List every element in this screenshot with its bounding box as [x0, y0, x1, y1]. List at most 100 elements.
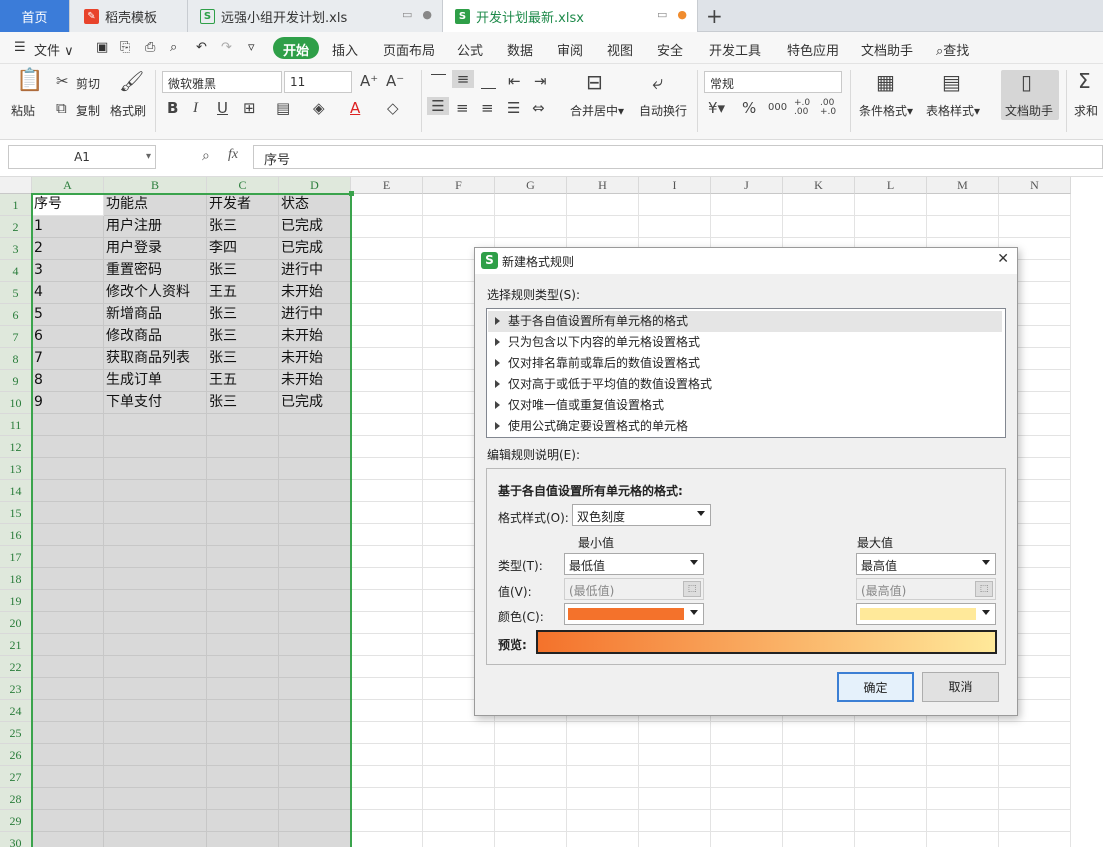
cell-n26[interactable]: [999, 744, 1071, 766]
cell-e30[interactable]: [351, 832, 423, 847]
cell-e7[interactable]: [351, 326, 423, 348]
cell-e6[interactable]: [351, 304, 423, 326]
cell-e13[interactable]: [351, 458, 423, 480]
cell-e5[interactable]: [351, 282, 423, 304]
row-header[interactable]: 30: [0, 832, 32, 847]
cell-a24[interactable]: [32, 700, 104, 722]
font-color-icon[interactable]: A: [350, 99, 360, 117]
cell-k27[interactable]: [783, 766, 855, 788]
cell-e29[interactable]: [351, 810, 423, 832]
cell-b28[interactable]: [104, 788, 207, 810]
cell-m30[interactable]: [927, 832, 999, 847]
row-header[interactable]: 28: [0, 788, 32, 810]
cell-b2[interactable]: 用户注册: [104, 216, 207, 238]
cancel-button[interactable]: 取消: [922, 672, 999, 702]
cell-a26[interactable]: [32, 744, 104, 766]
cell-b27[interactable]: [104, 766, 207, 788]
cell-l2[interactable]: [855, 216, 927, 238]
row-header[interactable]: 19: [0, 590, 32, 612]
row-header[interactable]: 14: [0, 480, 32, 502]
cell-e16[interactable]: [351, 524, 423, 546]
justify-icon[interactable]: ☰: [507, 99, 520, 117]
cell-b4[interactable]: 重置密码: [104, 260, 207, 282]
save-icon[interactable]: ▣: [96, 40, 108, 55]
cell-c20[interactable]: [207, 612, 279, 634]
cell-l25[interactable]: [855, 722, 927, 744]
cell-a9[interactable]: 8: [32, 370, 104, 392]
cell-l29[interactable]: [855, 810, 927, 832]
cell-f29[interactable]: [423, 810, 495, 832]
cell-b26[interactable]: [104, 744, 207, 766]
cell-b22[interactable]: [104, 656, 207, 678]
align-center-icon[interactable]: ≡: [456, 99, 469, 117]
cell-d3[interactable]: 已完成: [279, 238, 351, 260]
cell-j1[interactable]: [711, 194, 783, 216]
cell-h1[interactable]: [567, 194, 639, 216]
row-header[interactable]: 8: [0, 348, 32, 370]
cell-a14[interactable]: [32, 480, 104, 502]
cell-e1[interactable]: [351, 194, 423, 216]
cell-c12[interactable]: [207, 436, 279, 458]
cell-c21[interactable]: [207, 634, 279, 656]
cell-a11[interactable]: [32, 414, 104, 436]
table-style-button[interactable]: 表格样式▾: [926, 102, 980, 119]
cell-i30[interactable]: [639, 832, 711, 847]
menu-page-layout[interactable]: 页面布局: [383, 40, 435, 59]
clear-icon[interactable]: ◇: [387, 99, 399, 117]
min-color-picker[interactable]: [564, 603, 704, 625]
cell-b23[interactable]: [104, 678, 207, 700]
cell-b1[interactable]: 功能点: [104, 194, 207, 216]
cell-style-icon[interactable]: ▤: [276, 99, 290, 117]
row-header[interactable]: 26: [0, 744, 32, 766]
cell-g30[interactable]: [495, 832, 567, 847]
cell-d25[interactable]: [279, 722, 351, 744]
rule-type-item[interactable]: 基于各自值设置所有单元格的格式: [488, 311, 1002, 332]
cell-c10[interactable]: 张三: [207, 392, 279, 414]
cell-e27[interactable]: [351, 766, 423, 788]
sum-button[interactable]: 求和: [1074, 102, 1098, 119]
paste-icon[interactable]: 📋: [16, 70, 43, 92]
indent-decrease-icon[interactable]: ⇤: [508, 72, 521, 90]
cell-c27[interactable]: [207, 766, 279, 788]
cell-a13[interactable]: [32, 458, 104, 480]
align-middle-icon[interactable]: ≡: [452, 70, 474, 88]
row-header[interactable]: 4: [0, 260, 32, 282]
row-header[interactable]: 3: [0, 238, 32, 260]
row-header[interactable]: 27: [0, 766, 32, 788]
cell-d23[interactable]: [279, 678, 351, 700]
cell-c16[interactable]: [207, 524, 279, 546]
cell-c18[interactable]: [207, 568, 279, 590]
cell-i2[interactable]: [639, 216, 711, 238]
row-header[interactable]: 22: [0, 656, 32, 678]
column-header-m[interactable]: M: [927, 177, 999, 194]
cell-g25[interactable]: [495, 722, 567, 744]
cell-e4[interactable]: [351, 260, 423, 282]
cell-f27[interactable]: [423, 766, 495, 788]
cell-e10[interactable]: [351, 392, 423, 414]
cell-d27[interactable]: [279, 766, 351, 788]
cell-b5[interactable]: 修改个人资料: [104, 282, 207, 304]
cell-k26[interactable]: [783, 744, 855, 766]
column-header-k[interactable]: K: [783, 177, 855, 194]
cell-c4[interactable]: 张三: [207, 260, 279, 282]
cell-h2[interactable]: [567, 216, 639, 238]
cell-f25[interactable]: [423, 722, 495, 744]
cell-j27[interactable]: [711, 766, 783, 788]
column-header-i[interactable]: I: [639, 177, 711, 194]
rule-type-item[interactable]: 只为包含以下内容的单元格设置格式: [488, 332, 1002, 353]
cell-j29[interactable]: [711, 810, 783, 832]
font-name-select[interactable]: 微软雅黑: [162, 71, 282, 93]
cell-i27[interactable]: [639, 766, 711, 788]
menu-insert[interactable]: 插入: [332, 40, 358, 59]
cell-c19[interactable]: [207, 590, 279, 612]
max-color-picker[interactable]: [856, 603, 996, 625]
cell-a16[interactable]: [32, 524, 104, 546]
cell-b19[interactable]: [104, 590, 207, 612]
select-all-corner[interactable]: [0, 177, 32, 194]
row-header[interactable]: 20: [0, 612, 32, 634]
tab-dev-plan-xls[interactable]: S 远强小组开发计划.xls ▭ ●: [188, 0, 443, 32]
menu-home[interactable]: 开始: [273, 37, 320, 59]
cell-g28[interactable]: [495, 788, 567, 810]
cell-e8[interactable]: [351, 348, 423, 370]
thousands-separator-button[interactable]: 000: [768, 99, 787, 117]
